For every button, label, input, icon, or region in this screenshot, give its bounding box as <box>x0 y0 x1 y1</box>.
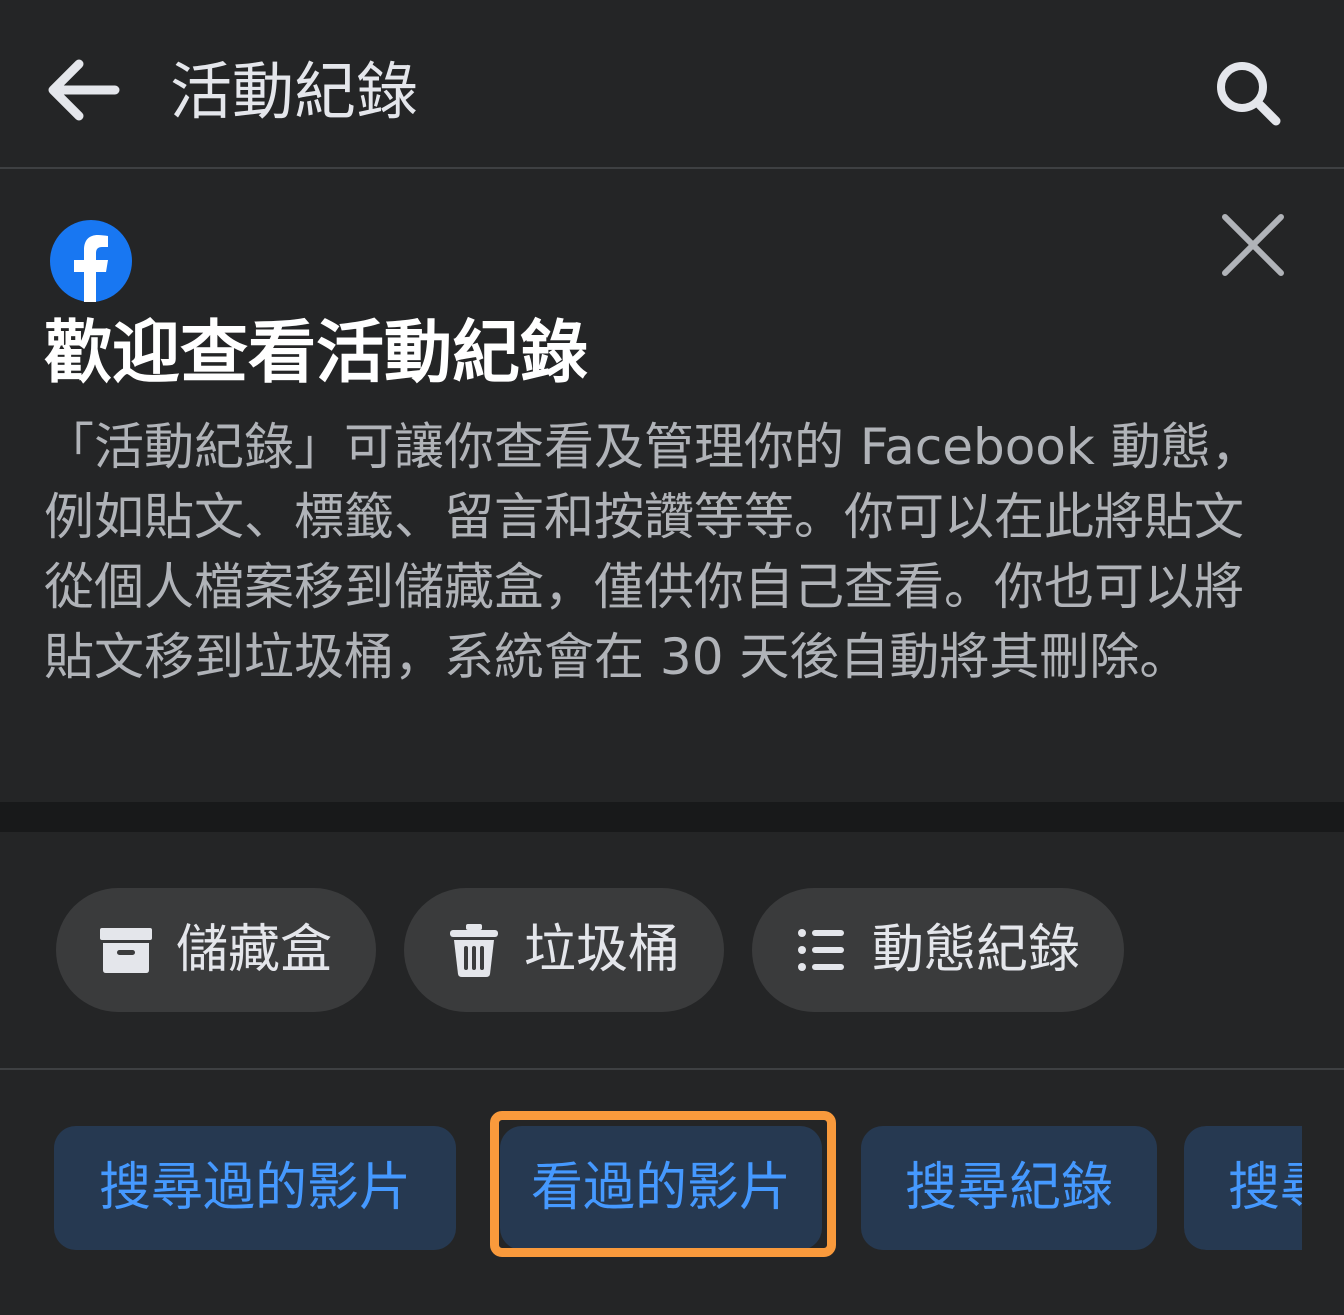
top-app-bar: 活動紀錄 <box>0 0 1344 169</box>
filter-chip-searched-videos[interactable]: 搜尋過的影片 <box>54 1126 456 1250</box>
trash-label: 垃圾桶 <box>524 920 681 980</box>
archive-icon <box>98 922 154 978</box>
list-icon <box>794 922 850 978</box>
filter-chip-search[interactable]: 搜尋 <box>1184 1126 1302 1250</box>
chip-label: 搜尋紀錄 <box>904 1158 1113 1218</box>
archive-button[interactable]: 儲藏盒 <box>56 888 376 1012</box>
archive-label: 儲藏盒 <box>176 920 333 980</box>
chip-label: 搜尋過的影片 <box>98 1158 411 1218</box>
close-icon <box>1222 214 1284 276</box>
page-title: 活動紀錄 <box>170 55 419 128</box>
search-icon <box>1216 61 1280 125</box>
chip-label: 搜尋 <box>1228 1158 1302 1218</box>
highlight-annotation <box>490 1111 836 1257</box>
facebook-logo-icon <box>50 220 132 302</box>
back-arrow-icon <box>48 59 120 121</box>
activity-log-label: 動態紀錄 <box>872 920 1081 980</box>
filter-chip-overflow: 搜尋 <box>1184 1126 1302 1250</box>
activity-log-button[interactable]: 動態紀錄 <box>752 888 1124 1012</box>
trash-button[interactable]: 垃圾桶 <box>404 888 724 1012</box>
search-button[interactable] <box>1200 50 1295 135</box>
back-button[interactable] <box>38 50 128 130</box>
intro-description: 「活動紀錄」可讓你查看及管理你的 Facebook 動態，例如貼文、標籤、留言和… <box>44 418 1261 686</box>
trash-icon <box>446 922 502 978</box>
intro-title: 歡迎查看活動紀錄 <box>44 314 589 393</box>
close-button[interactable] <box>1208 200 1298 290</box>
filter-chip-search-history[interactable]: 搜尋紀錄 <box>861 1126 1157 1250</box>
section-separator <box>0 802 1344 832</box>
